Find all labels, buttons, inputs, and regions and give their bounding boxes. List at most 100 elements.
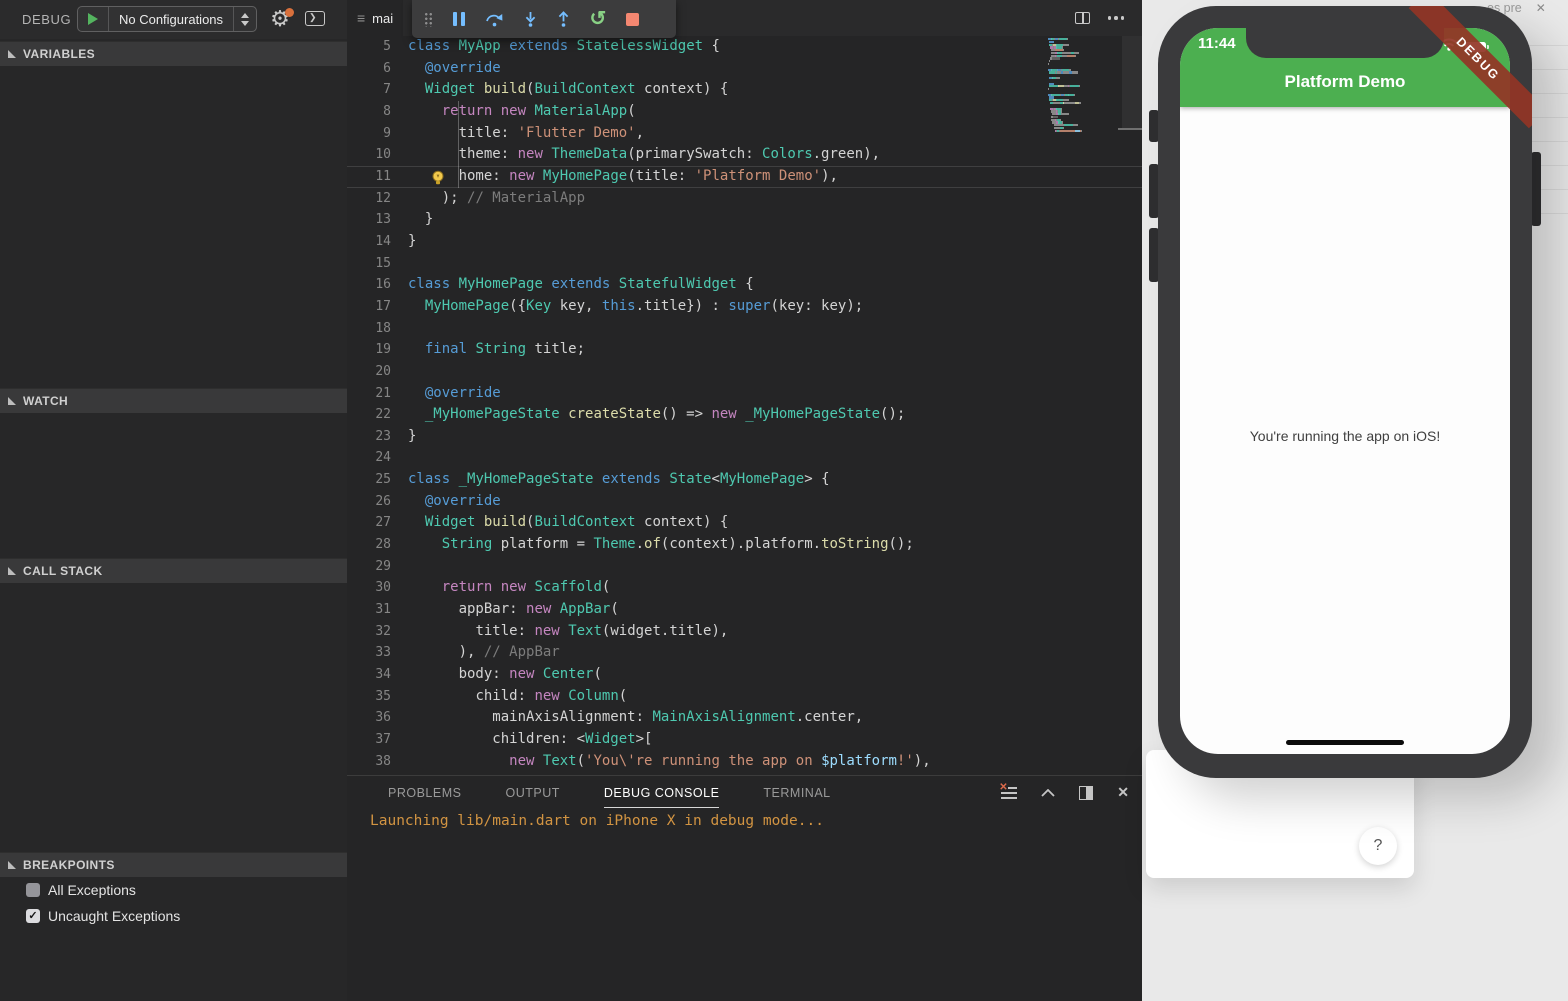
- line-number[interactable]: 17: [347, 296, 408, 318]
- line-number[interactable]: 14: [347, 231, 408, 253]
- line-number[interactable]: 36: [347, 707, 408, 729]
- section-breakpoints[interactable]: BREAKPOINTS: [0, 852, 347, 877]
- step-over-icon[interactable]: [485, 11, 504, 27]
- line-number[interactable]: 27: [347, 512, 408, 534]
- code-line[interactable]: 36 mainAxisAlignment: MainAxisAlignment.…: [347, 707, 1142, 729]
- code-line[interactable]: 34 body: new Center(: [347, 664, 1142, 686]
- code-line[interactable]: 21 @override: [347, 383, 1142, 405]
- code-line[interactable]: 17 MyHomePage({Key key, this.title}) : s…: [347, 296, 1142, 318]
- tab-problems[interactable]: PROBLEMS: [388, 786, 461, 800]
- line-number[interactable]: 32: [347, 621, 408, 643]
- code-line[interactable]: 13 }: [347, 209, 1142, 231]
- line-number[interactable]: 9: [347, 123, 408, 145]
- home-indicator[interactable]: [1286, 740, 1404, 745]
- configuration-stepper[interactable]: [233, 7, 256, 31]
- code-line[interactable]: 29: [347, 556, 1142, 578]
- step-into-icon[interactable]: [524, 11, 537, 27]
- code-line[interactable]: 11 home: new MyHomePage(title: 'Platform…: [347, 166, 1142, 188]
- line-number[interactable]: 38: [347, 751, 408, 773]
- code-line[interactable]: 18: [347, 318, 1142, 340]
- line-number[interactable]: 28: [347, 534, 408, 556]
- line-number[interactable]: 24: [347, 447, 408, 469]
- restart-icon[interactable]: ↺: [590, 9, 607, 29]
- code-line[interactable]: 30 return new Scaffold(: [347, 577, 1142, 599]
- code-line[interactable]: 8 return new MaterialApp(: [347, 101, 1142, 123]
- code-line[interactable]: 15: [347, 253, 1142, 275]
- code-line[interactable]: 31 appBar: new AppBar(: [347, 599, 1142, 621]
- line-number[interactable]: 34: [347, 664, 408, 686]
- line-number[interactable]: 16: [347, 274, 408, 296]
- code-line[interactable]: 35 child: new Column(: [347, 686, 1142, 708]
- line-number[interactable]: 20: [347, 361, 408, 383]
- pause-icon[interactable]: [453, 12, 465, 26]
- clear-console-icon[interactable]: ✕: [999, 782, 1018, 800]
- maximize-panel-chevron-icon[interactable]: [1041, 784, 1055, 802]
- line-number[interactable]: 22: [347, 404, 408, 426]
- line-number[interactable]: 12: [347, 188, 408, 210]
- code-line[interactable]: 38 new Text('You\'re running the app on …: [347, 751, 1142, 773]
- line-number[interactable]: 33: [347, 642, 408, 664]
- tab-main-dart[interactable]: ≡ mai: [347, 0, 404, 36]
- step-out-icon[interactable]: [557, 11, 570, 27]
- line-number[interactable]: 26: [347, 491, 408, 513]
- line-number[interactable]: 25: [347, 469, 408, 491]
- code-line[interactable]: 32 title: new Text(widget.title),: [347, 621, 1142, 643]
- code-line[interactable]: 5 class MyApp extends StatelessWidget {: [347, 36, 1142, 58]
- checkbox-checked[interactable]: ✓: [26, 909, 40, 923]
- breakpoint-all-exceptions[interactable]: All Exceptions: [26, 881, 136, 899]
- code-line[interactable]: 16 class MyHomePage extends StatefulWidge…: [347, 274, 1142, 296]
- code-line[interactable]: 10 theme: new ThemeData(primarySwatch: C…: [347, 144, 1142, 166]
- code-line[interactable]: 33 ), // AppBar: [347, 642, 1142, 664]
- line-number[interactable]: 5: [347, 36, 408, 58]
- line-number[interactable]: 37: [347, 729, 408, 751]
- tab-output[interactable]: OUTPUT: [505, 786, 559, 800]
- line-number[interactable]: 23: [347, 426, 408, 448]
- line-number[interactable]: 8: [347, 101, 408, 123]
- toggle-panel-layout-icon[interactable]: [1079, 785, 1094, 800]
- line-number[interactable]: 15: [347, 253, 408, 275]
- code-line[interactable]: 7 Widget build(BuildContext context) {: [347, 79, 1142, 101]
- line-number[interactable]: 10: [347, 144, 408, 166]
- code-line[interactable]: 37 children: <Widget>[: [347, 729, 1142, 751]
- start-debug-button[interactable]: [78, 7, 109, 31]
- code-line[interactable]: 25 class _MyHomePageState extends State<M…: [347, 469, 1142, 491]
- more-actions-icon[interactable]: [1107, 16, 1124, 20]
- line-number[interactable]: 30: [347, 577, 408, 599]
- code-line[interactable]: 23}: [347, 426, 1142, 448]
- code-line[interactable]: 12 ); // MaterialApp: [347, 188, 1142, 210]
- code-line[interactable]: 6 @override: [347, 58, 1142, 80]
- line-number[interactable]: 29: [347, 556, 408, 578]
- line-number[interactable]: 18: [347, 318, 408, 340]
- lightbulb-icon[interactable]: [431, 170, 445, 191]
- minimap[interactable]: [1048, 38, 1122, 133]
- checkbox-unchecked[interactable]: [26, 883, 40, 897]
- code-line[interactable]: 19 final String title;: [347, 339, 1142, 361]
- section-watch[interactable]: WATCH: [0, 388, 347, 413]
- code-line[interactable]: 14}: [347, 231, 1142, 253]
- configuration-dropdown[interactable]: No Configurations: [109, 7, 233, 31]
- stop-icon[interactable]: [626, 12, 640, 26]
- tab-terminal[interactable]: TERMINAL: [763, 786, 830, 800]
- split-editor-icon[interactable]: [1074, 12, 1090, 24]
- scrollbar-thumb[interactable]: [1122, 36, 1142, 128]
- drag-handle-icon[interactable]: [424, 11, 433, 27]
- line-number[interactable]: 19: [347, 339, 408, 361]
- section-call-stack[interactable]: CALL STACK: [0, 558, 347, 583]
- code-line[interactable]: 28 String platform = Theme.of(context).p…: [347, 534, 1142, 556]
- line-number[interactable]: 11: [347, 166, 408, 188]
- code-line[interactable]: 9 title: 'Flutter Demo',: [347, 123, 1142, 145]
- line-number[interactable]: 7: [347, 79, 408, 101]
- code-line[interactable]: 20: [347, 361, 1142, 383]
- open-debug-console-icon[interactable]: ❯: [305, 11, 325, 26]
- help-button[interactable]: ?: [1359, 827, 1397, 865]
- line-number[interactable]: 6: [347, 58, 408, 80]
- tab-debug-console[interactable]: DEBUG CONSOLE: [603, 786, 720, 808]
- section-variables[interactable]: VARIABLES: [0, 41, 347, 66]
- code-line[interactable]: 24: [347, 447, 1142, 469]
- code-line[interactable]: 26 @override: [347, 491, 1142, 513]
- close-panel-icon[interactable]: ✕: [1117, 784, 1129, 801]
- code-line[interactable]: 27 Widget build(BuildContext context) {: [347, 512, 1142, 534]
- line-number[interactable]: 21: [347, 383, 408, 405]
- line-number[interactable]: 35: [347, 686, 408, 708]
- line-number[interactable]: 13: [347, 209, 408, 231]
